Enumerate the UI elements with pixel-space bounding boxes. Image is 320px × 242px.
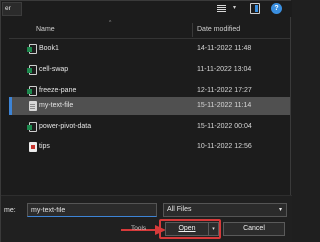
dialog-footer: me: All Files ▾ Tools Open ▾ Cancel bbox=[1, 195, 292, 242]
file-name-input[interactable] bbox=[27, 203, 157, 217]
file-type-value: All Files bbox=[167, 206, 192, 213]
tools-menu[interactable]: Tools bbox=[131, 225, 146, 232]
toolbar: er ▾ ? bbox=[1, 1, 292, 17]
open-button[interactable]: Open bbox=[165, 222, 209, 236]
file-date: 15-11-2022 00:04 bbox=[197, 123, 252, 130]
column-header-date[interactable]: Date modified bbox=[197, 26, 240, 33]
chevron-down-icon: ▾ bbox=[278, 207, 282, 213]
file-date: 15-11-2022 11:14 bbox=[197, 102, 252, 109]
chevron-down-icon[interactable]: ▾ bbox=[233, 4, 236, 11]
file-date: 14-11-2022 11:48 bbox=[197, 45, 252, 52]
file-date: 10-11-2022 12:56 bbox=[197, 143, 252, 150]
file-type-select[interactable]: All Files ▾ bbox=[163, 203, 287, 217]
pdf-icon bbox=[29, 142, 37, 152]
list-item[interactable]: power-pivot-data 15-11-2022 00:04 bbox=[9, 118, 290, 136]
cancel-button[interactable]: Cancel bbox=[223, 222, 285, 236]
help-icon[interactable]: ? bbox=[271, 3, 282, 14]
excel-icon bbox=[27, 86, 37, 96]
list-item[interactable]: cell-swap 11-11-2022 13:04 bbox=[9, 61, 290, 79]
file-name: Book1 bbox=[39, 45, 59, 52]
file-list: ^ Name Date modified Book1 14-11-2022 11… bbox=[9, 20, 290, 179]
file-name: cell-swap bbox=[39, 66, 69, 73]
text-file-icon bbox=[29, 101, 37, 111]
excel-icon bbox=[27, 65, 37, 75]
open-label: Open bbox=[178, 225, 196, 232]
file-name-label: me: bbox=[4, 207, 16, 214]
list-item[interactable]: Book1 14-11-2022 11:48 bbox=[9, 40, 290, 58]
open-file-dialog: er ▾ ? ^ Name Date modified Book1 14-11-… bbox=[0, 0, 292, 242]
excel-icon bbox=[27, 122, 37, 132]
file-name: freeze-pane bbox=[39, 87, 77, 94]
excel-icon bbox=[27, 44, 37, 54]
file-name: my-text-file bbox=[39, 102, 74, 109]
file-name: tips bbox=[39, 143, 50, 150]
view-icon[interactable] bbox=[216, 4, 227, 13]
list-item-selected[interactable]: my-text-file 15-11-2022 11:14 bbox=[9, 97, 290, 115]
file-date: 11-11-2022 13:04 bbox=[197, 66, 252, 73]
column-header-name[interactable]: Name bbox=[36, 26, 55, 33]
file-date: 12-11-2022 17:27 bbox=[197, 87, 252, 94]
list-item[interactable]: tips 10-11-2022 12:56 bbox=[9, 138, 290, 156]
sort-indicator: ^ bbox=[109, 20, 112, 26]
list-header: ^ Name Date modified bbox=[9, 20, 290, 39]
open-dropdown-chevron-icon[interactable]: ▾ bbox=[209, 222, 219, 236]
toolbar-left-button[interactable]: er bbox=[2, 2, 22, 16]
column-divider[interactable] bbox=[192, 23, 193, 37]
file-name: power-pivot-data bbox=[39, 123, 92, 130]
preview-pane-icon[interactable] bbox=[250, 3, 260, 14]
